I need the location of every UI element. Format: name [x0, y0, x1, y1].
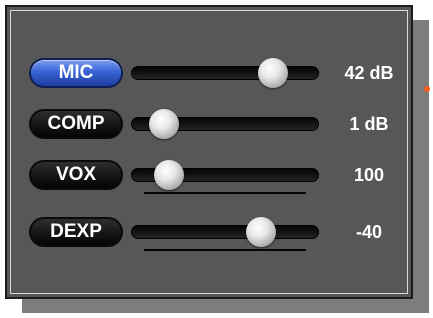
row-comp: COMP 1 dB: [7, 104, 411, 144]
mic-button[interactable]: MIC: [29, 58, 123, 88]
comp-value: 1 dB: [349, 114, 389, 134]
mic-slider-track[interactable]: [131, 66, 319, 80]
dexp-underline: [144, 249, 306, 251]
row-dexp: DEXP -40: [7, 212, 411, 252]
row-mic: MIC 42 dB: [7, 53, 411, 93]
vox-value: 100: [353, 165, 385, 185]
audio-control-panel: MIC 42 dB COMP 1 dB VOX 100 DEXP -40: [5, 5, 413, 299]
indicator-dot: [424, 86, 430, 92]
vox-button[interactable]: VOX: [29, 160, 123, 190]
vox-slider-knob[interactable]: [154, 160, 185, 190]
dexp-value: -40: [355, 222, 382, 242]
comp-button[interactable]: COMP: [29, 109, 123, 139]
row-vox: VOX 100: [7, 155, 411, 195]
mic-value: 42 dB: [344, 63, 394, 83]
dexp-slider-track[interactable]: [131, 225, 319, 239]
mic-slider-knob[interactable]: [257, 58, 288, 88]
dexp-slider-knob[interactable]: [246, 217, 277, 247]
vox-underline: [144, 192, 306, 194]
comp-slider-knob[interactable]: [149, 109, 180, 139]
dexp-button[interactable]: DEXP: [29, 217, 123, 247]
